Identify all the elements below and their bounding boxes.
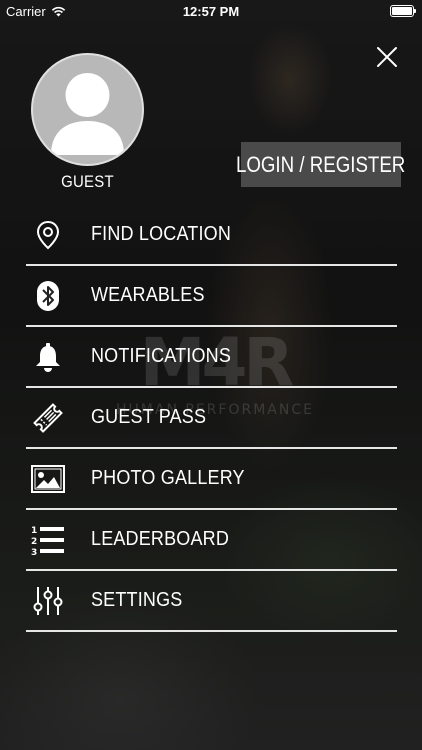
login-register-button[interactable]: LOGIN / REGISTER (236, 142, 406, 187)
close-button[interactable] (375, 45, 399, 69)
close-icon (377, 47, 397, 67)
menu-item-label: WEARABLES (91, 284, 205, 306)
side-menu: FIND LOCATION WEARABLES NOTIFICATIONS GU… (26, 205, 397, 632)
svg-text:1: 1 (31, 526, 37, 536)
numbered-list-icon: 1 2 3 (28, 520, 68, 560)
location-pin-icon (28, 215, 68, 255)
user-silhouette-icon (51, 73, 124, 155)
login-register-label: LOGIN / REGISTER (236, 151, 406, 177)
menu-item-label: FIND LOCATION (91, 223, 232, 245)
menu-item-label: LEADERBOARD (91, 528, 230, 550)
bluetooth-icon (28, 276, 68, 316)
status-bar: Carrier 12:57 PM (0, 0, 422, 22)
menu-item-label: PHOTO GALLERY (91, 467, 245, 489)
ticket-icon (28, 398, 68, 438)
menu-item-find-location[interactable]: FIND LOCATION (26, 205, 397, 266)
menu-item-label: GUEST PASS (91, 406, 207, 428)
menu-item-notifications[interactable]: NOTIFICATIONS (26, 327, 397, 388)
bell-icon (28, 337, 68, 377)
menu-item-guest-pass[interactable]: GUEST PASS (26, 388, 397, 449)
battery-icon (390, 5, 416, 17)
avatar[interactable] (31, 53, 144, 166)
menu-item-wearables[interactable]: WEARABLES (26, 266, 397, 327)
menu-item-leaderboard[interactable]: 1 2 3 LEADERBOARD (26, 510, 397, 571)
image-icon (28, 459, 68, 499)
profile-name: GUEST (61, 172, 114, 191)
menu-item-settings[interactable]: SETTINGS (26, 571, 397, 632)
menu-item-label: NOTIFICATIONS (91, 345, 232, 367)
menu-item-label: SETTINGS (91, 589, 183, 611)
sliders-icon (28, 581, 68, 621)
svg-text:2: 2 (31, 537, 37, 547)
menu-item-photo-gallery[interactable]: PHOTO GALLERY (26, 449, 397, 510)
svg-text:3: 3 (31, 548, 37, 556)
status-time: 12:57 PM (182, 4, 240, 19)
